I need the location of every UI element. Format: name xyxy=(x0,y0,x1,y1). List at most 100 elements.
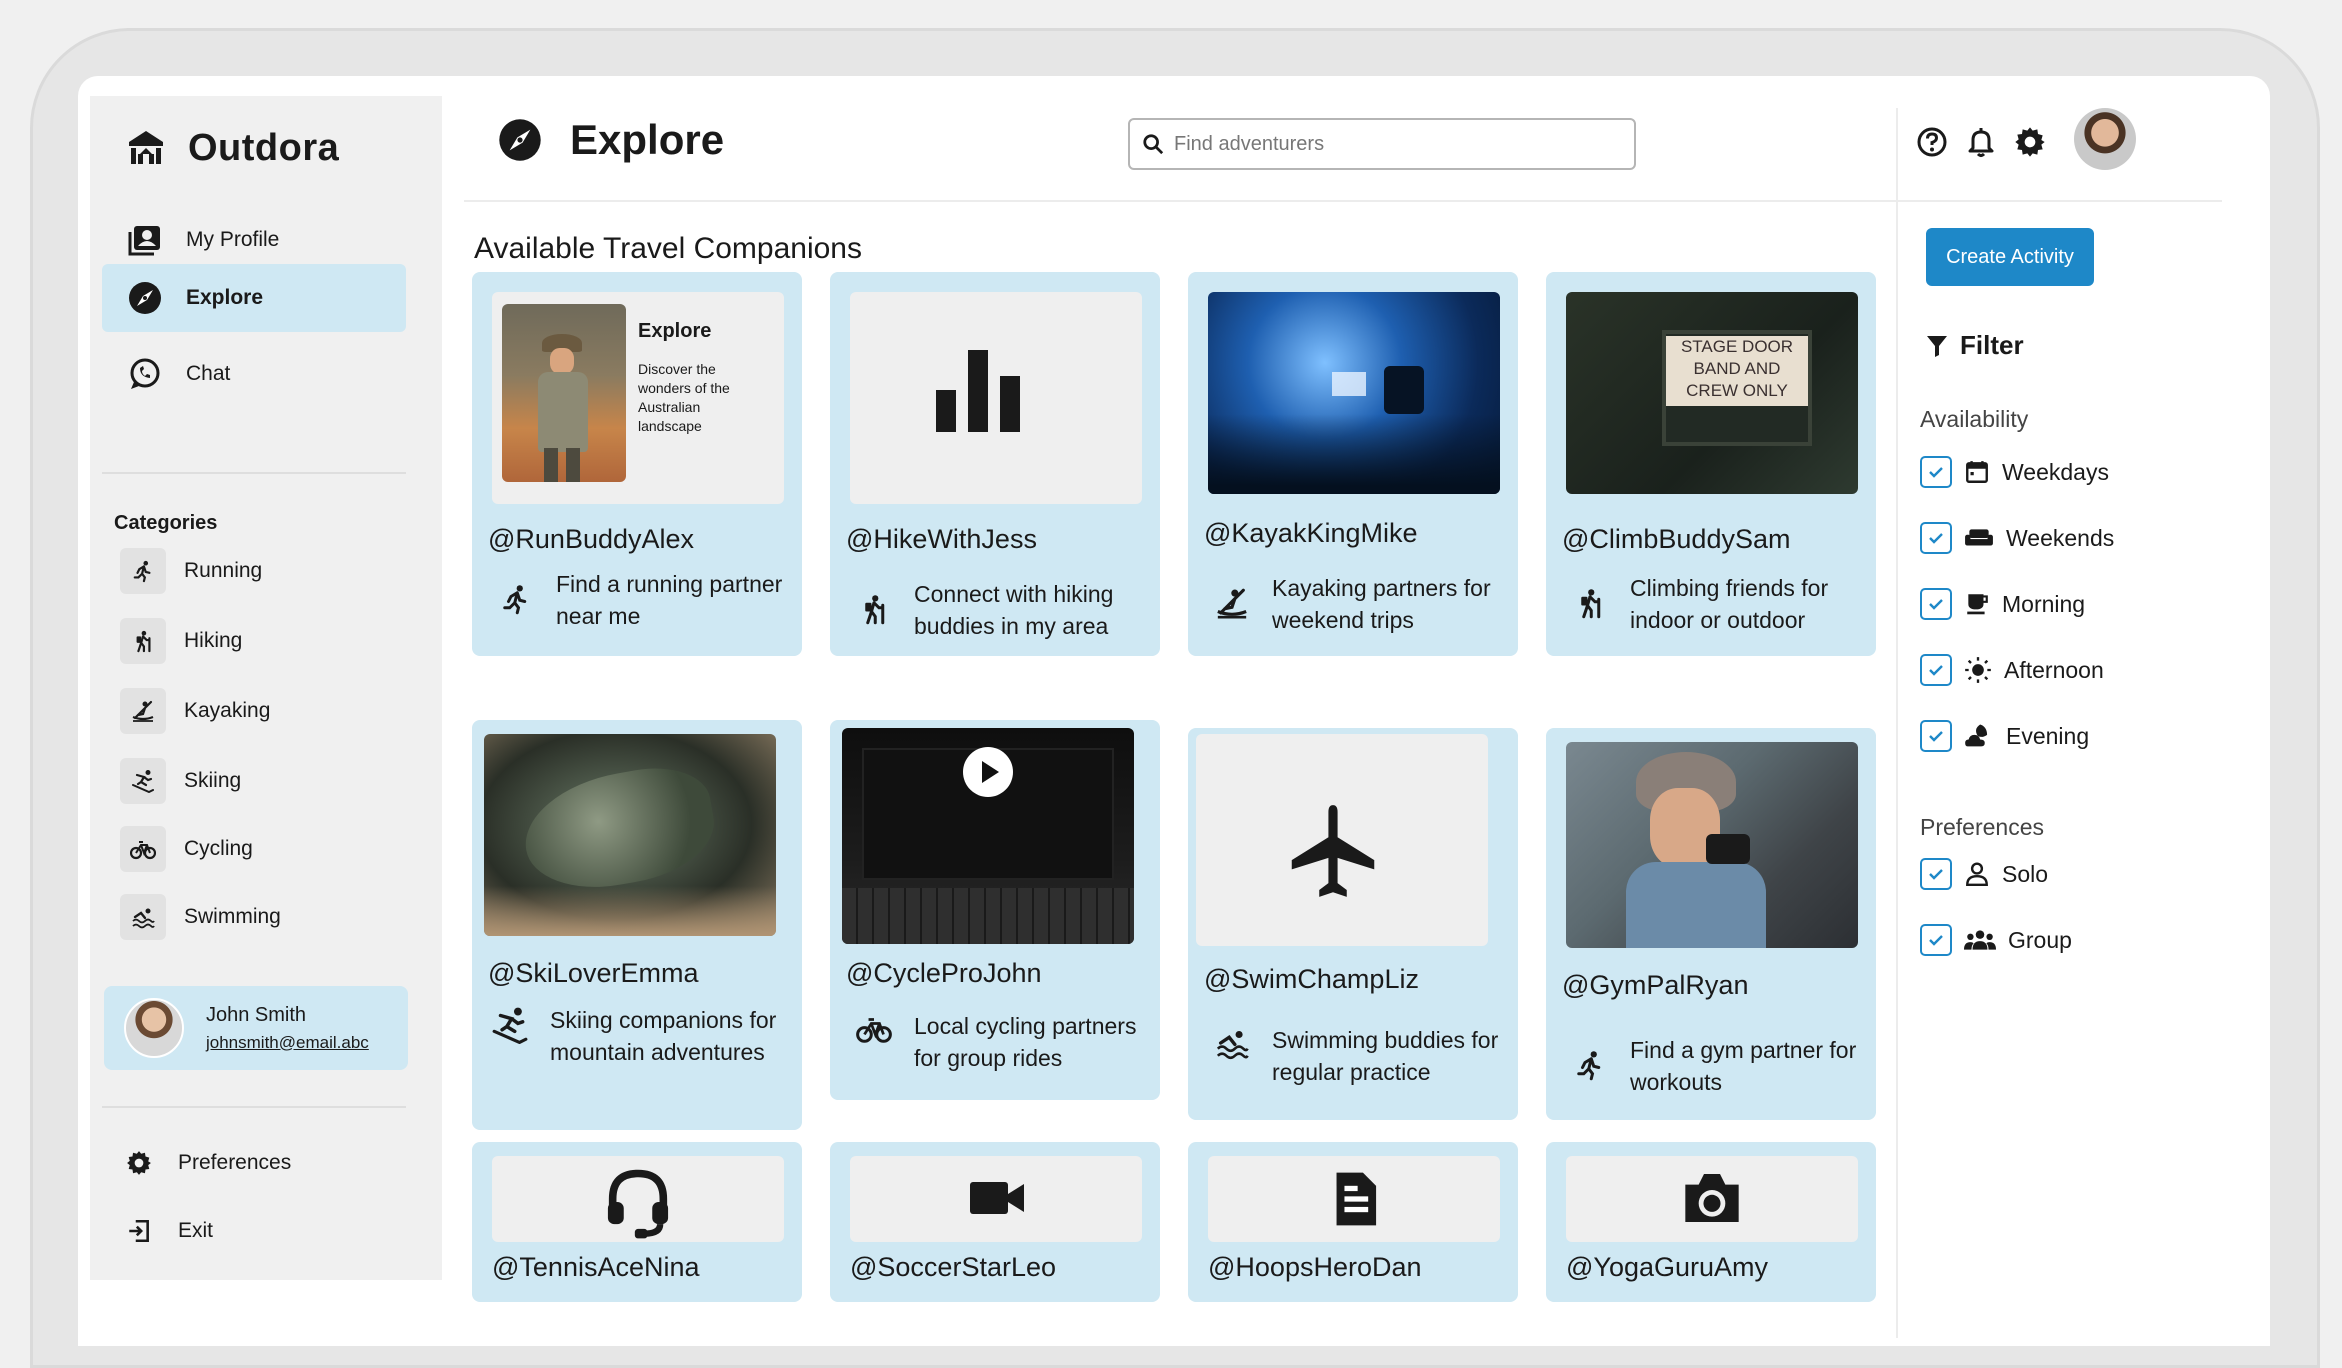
filter-label: Group xyxy=(2008,926,2072,953)
checkbox[interactable] xyxy=(1920,456,1952,488)
sun-icon xyxy=(1965,657,1991,683)
category-swimming[interactable]: Swimming xyxy=(120,892,281,942)
avatar[interactable] xyxy=(2074,108,2136,170)
promo-text: Discover the wonders of the Australian l… xyxy=(638,361,730,434)
promo-card-image: Explore Discover the wonders of the Aust… xyxy=(492,292,784,504)
companion-card[interactable]: @SoccerStarLeo xyxy=(830,1142,1160,1302)
filter-weekdays[interactable]: Weekdays xyxy=(1920,452,2109,492)
filter-solo[interactable]: Solo xyxy=(1920,854,2048,894)
category-hiking[interactable]: Hiking xyxy=(120,616,242,666)
filter-label: Afternoon xyxy=(2004,656,2104,683)
companion-handle[interactable]: @YogaGuruAmy xyxy=(1566,1252,1768,1283)
filter-afternoon[interactable]: Afternoon xyxy=(1920,650,2104,690)
category-cycling[interactable]: Cycling xyxy=(120,824,253,874)
moon-cloud-icon xyxy=(1965,724,1988,747)
person-icon xyxy=(1966,862,1988,887)
companion-handle[interactable]: @ClimbBuddySam xyxy=(1562,524,1791,555)
bottom-item-label: Preferences xyxy=(178,1151,292,1174)
camera-icon xyxy=(1685,1174,1739,1222)
companion-handle[interactable]: @KayakKingMike xyxy=(1204,518,1418,549)
companion-card[interactable]: @HikeWithJess Connect with hiking buddie… xyxy=(830,272,1160,656)
category-label: Kayaking xyxy=(184,699,271,722)
filter-evening[interactable]: Evening xyxy=(1920,716,2089,756)
companion-card[interactable]: STAGE DOOR BAND AND CREW ONLY @ClimbBudd… xyxy=(1546,272,1876,656)
companion-handle[interactable]: @RunBuddyAlex xyxy=(488,524,694,555)
sidebar-item-exit[interactable]: Exit xyxy=(126,1206,213,1256)
search-input[interactable] xyxy=(1174,132,1614,156)
companion-card[interactable]: @HoopsHeroDan xyxy=(1188,1142,1518,1302)
checkbox[interactable] xyxy=(1920,720,1952,752)
companion-handle[interactable]: @SkiLoverEmma xyxy=(488,958,698,989)
checkbox[interactable] xyxy=(1920,858,1952,890)
preferences-heading: Preferences xyxy=(1920,814,2045,840)
checkbox[interactable] xyxy=(1920,588,1952,620)
companion-card[interactable]: Explore Discover the wonders of the Aust… xyxy=(472,272,802,656)
companion-card[interactable]: @KayakKingMike Kayaking partners for wee… xyxy=(1188,272,1518,656)
companion-handle[interactable]: @TennisAceNina xyxy=(492,1252,700,1283)
categories-heading: Categories xyxy=(114,512,218,534)
sidebar-item-preferences[interactable]: Preferences xyxy=(126,1138,291,1188)
companion-card[interactable]: @GymPalRyan Find a gym partner for worko… xyxy=(1546,728,1876,1120)
gear-icon xyxy=(127,1151,151,1175)
user-email-link[interactable]: johnsmith@email.abc xyxy=(206,1033,369,1053)
companion-description: Climbing friends for indoor or outdoor xyxy=(1570,572,1870,636)
checkbox[interactable] xyxy=(1920,654,1952,686)
swimming-icon xyxy=(120,894,166,940)
checkbox[interactable] xyxy=(1920,522,1952,554)
category-label: Swimming xyxy=(184,905,281,928)
kayaking-icon xyxy=(120,688,166,734)
checkbox[interactable] xyxy=(1920,924,1952,956)
companion-handle[interactable]: @SoccerStarLeo xyxy=(850,1252,1056,1283)
user-card[interactable]: John Smith johnsmith@email.abc xyxy=(104,986,408,1070)
companion-card[interactable]: @YogaGuruAmy xyxy=(1546,1142,1876,1302)
search-bar[interactable] xyxy=(1128,118,1636,170)
sidebar-item-label: My Profile xyxy=(186,228,280,251)
promo-title: Explore xyxy=(638,320,712,342)
coffee-icon xyxy=(1967,594,1988,615)
category-skiing[interactable]: Skiing xyxy=(120,756,241,806)
filter-group[interactable]: Group xyxy=(1920,920,2072,960)
hiking-icon xyxy=(120,618,166,664)
companion-handle[interactable]: @HoopsHeroDan xyxy=(1208,1252,1422,1283)
filter-icon xyxy=(1927,335,1947,357)
category-running[interactable]: Running xyxy=(120,546,262,596)
description-text: Climbing friends for indoor or outdoor xyxy=(1630,575,1829,633)
calendar-icon xyxy=(1966,461,1988,483)
description-text: Kayaking partners for weekend trips xyxy=(1272,575,1491,633)
thumbnail xyxy=(1196,734,1488,946)
bell-icon[interactable] xyxy=(1966,126,1996,158)
description-text: Find a running partner near me xyxy=(556,571,783,629)
thumbnail xyxy=(1566,1156,1858,1242)
sidebar-item-chat[interactable]: Chat xyxy=(102,340,406,408)
companion-card[interactable]: @TennisAceNina xyxy=(472,1142,802,1302)
filter-label: Solo xyxy=(2002,860,2049,887)
chat-icon xyxy=(130,358,160,389)
companion-card[interactable]: @SwimChampLiz Swimming buddies for regul… xyxy=(1188,728,1518,1120)
companion-handle[interactable]: @HikeWithJess xyxy=(846,524,1037,555)
companion-handle[interactable]: @SwimChampLiz xyxy=(1204,964,1419,995)
document-icon xyxy=(1336,1172,1377,1226)
gear-icon[interactable] xyxy=(2014,126,2046,158)
filter-weekends[interactable]: Weekends xyxy=(1920,518,2114,558)
sidebar-item-explore[interactable]: Explore xyxy=(102,264,406,332)
play-icon[interactable] xyxy=(962,746,1014,798)
create-activity-button[interactable]: Create Activity xyxy=(1926,228,2094,286)
filter-morning[interactable]: Morning xyxy=(1920,584,2085,624)
thumbnail xyxy=(850,1156,1142,1242)
companion-handle[interactable]: @CycleProJohn xyxy=(846,958,1042,989)
companion-handle[interactable]: @GymPalRyan xyxy=(1562,970,1748,1001)
category-label: Hiking xyxy=(184,629,243,652)
sidebar: Outdora My Profile Explore Chat Categori… xyxy=(90,96,442,1280)
airplane-icon xyxy=(1291,805,1375,897)
category-kayaking[interactable]: Kayaking xyxy=(120,686,270,736)
check-icon xyxy=(1929,731,1943,742)
companion-card[interactable]: @SkiLoverEmma Skiing companions for moun… xyxy=(472,720,802,1130)
companion-card[interactable]: @CycleProJohn Local cycling partners for… xyxy=(830,720,1160,1100)
companion-description: Skiing companions for mountain adventure… xyxy=(490,1004,790,1068)
video-camera-icon xyxy=(970,1182,1024,1214)
description-text: Skiing companions for mountain adventure… xyxy=(550,1007,777,1065)
description-text: Local cycling partners for group rides xyxy=(914,1013,1137,1071)
category-label: Running xyxy=(184,559,263,582)
compass-icon xyxy=(129,282,161,314)
help-icon[interactable] xyxy=(1916,126,1948,158)
